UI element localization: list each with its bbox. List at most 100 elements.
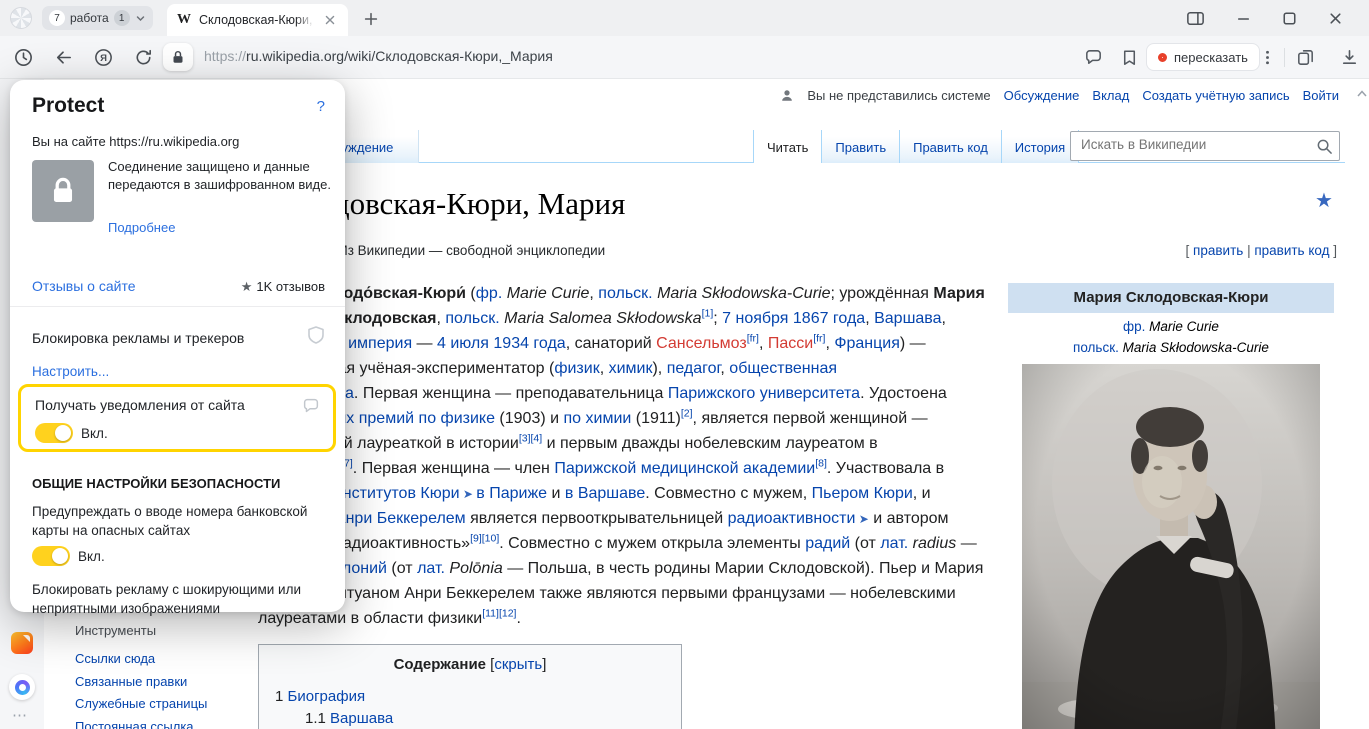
marie-curie-photo[interactable] xyxy=(1022,364,1320,729)
text-link[interactable]: [8] xyxy=(815,458,827,470)
back-icon[interactable] xyxy=(52,46,74,68)
sidebar-link-permalink[interactable]: Постоянная ссылка xyxy=(75,716,207,729)
sidebar-link-relatedchanges[interactable]: Связанные правки xyxy=(75,671,207,694)
bookmark-icon[interactable] xyxy=(1118,46,1140,68)
wiki-search-box[interactable] xyxy=(1070,131,1340,161)
protect-title: Protect xyxy=(32,94,104,118)
text-link[interactable]: Сансельмоз xyxy=(656,335,747,352)
text-link[interactable]: польск. xyxy=(445,310,499,327)
card-warning-toggle[interactable] xyxy=(32,546,70,566)
create-account-link[interactable]: Создать учётную запись xyxy=(1142,88,1289,103)
url-text[interactable]: https://ru.wikipedia.org/wiki/Склодовска… xyxy=(204,48,553,64)
text-link[interactable]: химик xyxy=(609,360,653,377)
text-link[interactable]: [1] xyxy=(702,308,714,320)
text-link[interactable]: общественная xyxy=(729,360,837,377)
reload-icon[interactable] xyxy=(132,46,154,68)
card-warning-label: Предупреждать о вводе номера банковской … xyxy=(32,502,320,540)
text-link[interactable]: [9][10] xyxy=(470,533,499,545)
sidebar-link-whatlinkshere[interactable]: Ссылки сюда xyxy=(75,648,207,671)
site-lock-button[interactable] xyxy=(163,43,193,71)
text-link[interactable]: фр. xyxy=(476,285,503,302)
comments-icon[interactable] xyxy=(1082,46,1104,68)
text-link[interactable]: скрыть xyxy=(494,656,542,673)
text-link[interactable]: лат. xyxy=(880,535,908,552)
summarize-button[interactable]: пересказать xyxy=(1146,43,1260,71)
yandex-home-icon[interactable]: Я xyxy=(92,46,114,68)
active-tab[interactable]: W Склодовская-Кюри, Ма xyxy=(167,4,348,36)
tab-edit[interactable]: Править xyxy=(821,130,899,163)
text-link[interactable]: ➤ xyxy=(855,512,868,526)
text-link[interactable]: Биография xyxy=(288,688,366,705)
alice-icon[interactable] xyxy=(9,674,35,700)
minimize-button[interactable] xyxy=(1228,4,1258,32)
strip-more-icon[interactable]: ⋯ xyxy=(12,706,28,724)
paragraph-line: термина «радиоактивность»[9][10]. Совмес… xyxy=(258,531,1003,556)
gpt-ring-icon xyxy=(1158,53,1167,62)
history-icon[interactable] xyxy=(12,46,34,68)
more-menu-icon[interactable] xyxy=(1256,46,1278,68)
text-link[interactable]: 7 ноября xyxy=(722,310,788,327)
text-link[interactable]: 4 июля xyxy=(437,335,489,352)
text-link[interactable]: фр. xyxy=(1123,319,1145,334)
new-tab-button[interactable] xyxy=(360,8,382,30)
text-link[interactable]: править xyxy=(1193,243,1243,258)
scrollbar-up-button[interactable] xyxy=(1355,85,1368,101)
wiki-search-input[interactable] xyxy=(1079,136,1304,153)
text-link[interactable]: Франция xyxy=(834,335,900,352)
text-link[interactable]: [11][12] xyxy=(482,608,516,620)
text-link[interactable]: [fr] xyxy=(747,333,759,345)
text-link[interactable]: радий xyxy=(805,535,850,552)
toc-title: Содержание [скрыть] xyxy=(259,656,681,673)
text-link[interactable]: Парижской медицинской академии xyxy=(554,460,815,477)
text-link[interactable]: Варшава xyxy=(874,310,941,327)
text-link[interactable]: Парижского университета xyxy=(668,385,860,402)
text-link[interactable]: радиоактивности xyxy=(728,510,856,527)
collections-icon[interactable] xyxy=(1294,46,1316,68)
tab-edit-source[interactable]: Править код xyxy=(899,130,1001,163)
text-link[interactable]: 1867 года xyxy=(793,310,865,327)
text-link[interactable]: 1934 года xyxy=(493,335,565,352)
tab-close-icon[interactable] xyxy=(322,12,338,28)
text-link[interactable]: по химии xyxy=(564,410,632,427)
tab-history[interactable]: История xyxy=(1001,130,1079,163)
text-link[interactable]: Институтов Кюри xyxy=(331,485,459,502)
notification-bubble-icon xyxy=(301,396,321,419)
tab-read[interactable]: Читать xyxy=(753,130,821,163)
text-link[interactable]: польск. xyxy=(598,285,652,302)
text-link[interactable]: Пьером Кюри xyxy=(812,485,913,502)
personal-contribs-link[interactable]: Вклад xyxy=(1092,88,1129,103)
text-link[interactable]: в Варшаве xyxy=(565,485,645,502)
edit-section-links: [ править | править код ] xyxy=(1186,243,1337,258)
text-link[interactable]: педагог xyxy=(667,360,721,377)
text-link[interactable]: Пасси xyxy=(768,335,813,352)
downloads-icon[interactable] xyxy=(1338,46,1360,68)
window-close-button[interactable] xyxy=(1320,4,1350,32)
details-link[interactable]: Подробнее xyxy=(108,220,175,235)
yandex-market-icon[interactable] xyxy=(11,632,33,654)
text-link[interactable]: в Париже xyxy=(476,485,547,502)
personal-talk-link[interactable]: Обсуждение xyxy=(1004,88,1080,103)
configure-link[interactable]: Настроить... xyxy=(32,364,109,379)
protect-help-link[interactable]: ? xyxy=(317,98,325,115)
tab-group-chip[interactable]: 7 работа 1 xyxy=(42,6,153,30)
text-link[interactable]: ➤ xyxy=(460,487,477,501)
adblock-label: Блокировка рекламы и трекеров xyxy=(32,330,244,346)
maximize-button[interactable] xyxy=(1274,4,1304,32)
text-link[interactable]: [3][4] xyxy=(519,433,542,445)
text-link[interactable]: польск. xyxy=(1073,340,1119,355)
text-link[interactable]: физик xyxy=(554,360,599,377)
site-reviews-link[interactable]: Отзывы о сайте xyxy=(32,278,136,294)
text-link[interactable]: Варшава xyxy=(330,710,393,727)
profile-avatar[interactable] xyxy=(10,7,32,29)
side-panel-icon[interactable] xyxy=(1180,4,1210,32)
login-link[interactable]: Войти xyxy=(1303,88,1339,103)
text-link[interactable]: лат. xyxy=(417,560,445,577)
sidebar-link-specialpages[interactable]: Служебные страницы xyxy=(75,693,207,716)
notifications-toggle[interactable] xyxy=(35,423,73,443)
watchlist-star-icon[interactable]: ★ xyxy=(1315,188,1333,213)
text-link[interactable]: [fr] xyxy=(813,333,825,345)
text-link[interactable]: править код xyxy=(1254,243,1329,258)
text-link[interactable]: [2] xyxy=(681,408,693,420)
search-icon[interactable] xyxy=(1316,138,1333,160)
reviews-count[interactable]: ★1K отзывов xyxy=(241,279,325,295)
